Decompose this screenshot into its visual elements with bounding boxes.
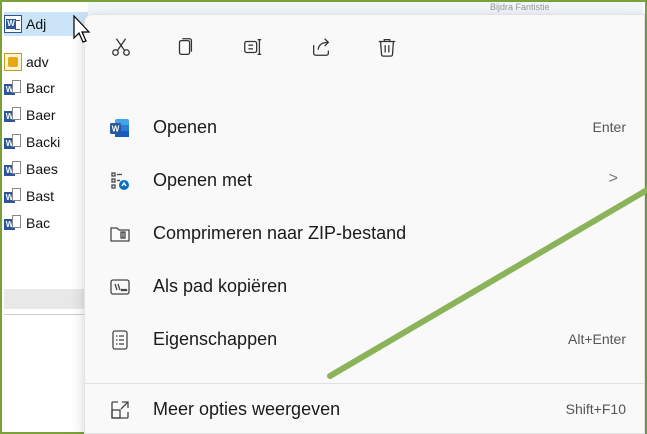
- menu-item-label: Eigenschappen: [153, 329, 278, 349]
- context-menu: W Openen Enter Openen met > Comprimeren …: [84, 14, 645, 434]
- delete-button[interactable]: [373, 33, 401, 61]
- word-backup-icon: [4, 106, 22, 124]
- open-with-icon: [111, 172, 129, 190]
- word-backup-icon: [4, 187, 22, 205]
- word-app-icon: W: [110, 119, 129, 137]
- file-item[interactable]: Baer: [4, 103, 88, 127]
- pdf-file-icon: [4, 53, 22, 71]
- quick-actions-bar: [85, 15, 644, 79]
- word-backup-icon: [4, 214, 22, 232]
- menu-item-openen-met[interactable]: Openen met >: [93, 160, 638, 200]
- column-header: Bijdra Fantistie: [490, 2, 550, 12]
- svg-text:W: W: [112, 125, 120, 134]
- word-backup-icon: [4, 133, 22, 151]
- properties-icon: [112, 330, 128, 350]
- file-item[interactable]: adv: [4, 50, 88, 74]
- menu-item-als-pad-kopieren[interactable]: Als pad kopiëren: [93, 266, 638, 306]
- zip-folder-icon: [110, 227, 130, 242]
- menu-item-shortcut: Shift+F10: [565, 401, 626, 417]
- menu-separator: [85, 383, 644, 384]
- menu-item-shortcut: Alt+Enter: [568, 331, 626, 347]
- share-icon: [313, 38, 330, 56]
- menu-item-eigenschappen[interactable]: Eigenschappen Alt+Enter: [93, 319, 638, 359]
- scissors-icon: [112, 38, 130, 56]
- file-item[interactable]: Backi: [4, 130, 88, 154]
- word-backup-icon: [4, 160, 22, 178]
- file-name: Bac: [26, 215, 51, 231]
- rename-icon: [244, 39, 262, 55]
- file-item[interactable]: Baes: [4, 157, 88, 181]
- more-options-icon: [111, 401, 129, 419]
- menu-item-label: Comprimeren naar ZIP-bestand: [153, 223, 407, 243]
- file-name: Adj: [26, 16, 47, 32]
- explorer-background-strip: [88, 2, 643, 14]
- file-item[interactable]: Bast: [4, 184, 88, 208]
- menu-item-comprimeren[interactable]: Comprimeren naar ZIP-bestand: [93, 213, 638, 253]
- file-name: Baer: [26, 107, 56, 123]
- copy-path-icon: [110, 279, 130, 295]
- file-name: Bast: [26, 188, 55, 204]
- menu-item-label: Openen met: [153, 170, 253, 190]
- word-backup-icon: [4, 79, 22, 97]
- mouse-cursor-icon: [73, 14, 91, 43]
- menu-item-label: Als pad kopiëren: [153, 276, 288, 296]
- rename-button[interactable]: [239, 33, 267, 61]
- share-button[interactable]: [307, 33, 335, 61]
- menu-item-label: Meer opties weergeven: [153, 399, 341, 419]
- file-item[interactable]: Bacr: [4, 76, 88, 100]
- chevron-right-icon: >: [608, 170, 618, 187]
- menu-item-meer-opties[interactable]: Meer opties weergeven Shift+F10: [93, 389, 638, 429]
- copy-icon: [178, 38, 193, 55]
- list-divider: [4, 289, 88, 309]
- menu-item-label: Openen: [153, 117, 218, 137]
- word-doc-icon: [4, 15, 22, 33]
- trash-icon: [378, 39, 396, 57]
- menu-item-shortcut: Enter: [592, 119, 626, 135]
- file-name: Baes: [26, 161, 58, 177]
- cut-button[interactable]: [107, 33, 135, 61]
- copy-button[interactable]: [171, 33, 199, 61]
- file-name: Bacr: [26, 80, 55, 96]
- file-name: Backi: [26, 134, 61, 150]
- list-divider: [4, 314, 88, 315]
- file-name: adv: [26, 54, 49, 70]
- file-item[interactable]: Bac: [4, 211, 88, 235]
- menu-item-openen[interactable]: W Openen Enter: [93, 107, 638, 147]
- explorer-file-list: Adj adv Bacr Baer Backi Baes Bast Bac: [2, 2, 88, 432]
